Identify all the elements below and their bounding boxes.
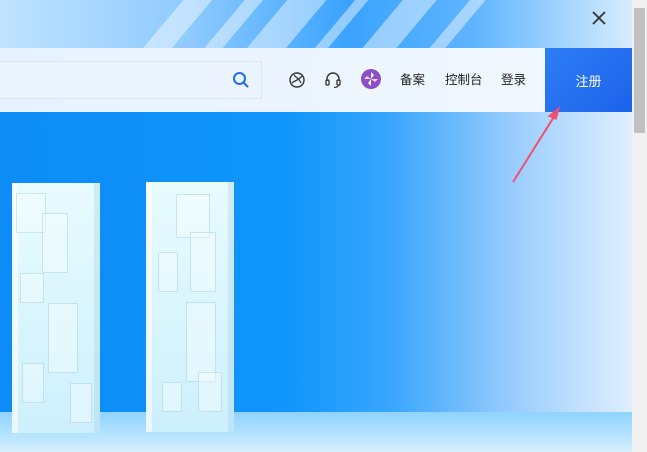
hero-banner bbox=[0, 112, 632, 452]
close-button[interactable] bbox=[587, 6, 611, 30]
headset-icon[interactable] bbox=[323, 70, 343, 90]
close-icon bbox=[592, 11, 606, 25]
vertical-scrollbar[interactable] bbox=[632, 0, 647, 452]
search-input[interactable] bbox=[0, 61, 262, 99]
register-button[interactable]: 注册 bbox=[545, 48, 632, 112]
globe-icon[interactable] bbox=[287, 70, 307, 90]
hero-pillar-right bbox=[146, 182, 234, 432]
nav-link-login[interactable]: 登录 bbox=[501, 70, 526, 90]
search-icon[interactable] bbox=[231, 70, 251, 90]
nav-link-console[interactable]: 控制台 bbox=[445, 70, 483, 90]
pinwheel-app-icon[interactable] bbox=[360, 68, 382, 90]
scrollbar-thumb[interactable] bbox=[634, 8, 645, 133]
hero-pillar-left bbox=[12, 183, 100, 433]
top-navbar: 备案 控制台 登录 注册 bbox=[0, 48, 632, 112]
nav-link-beian[interactable]: 备案 bbox=[400, 70, 425, 90]
top-promo-banner[interactable] bbox=[0, 0, 632, 48]
browser-viewport: 备案 控制台 登录 注册 bbox=[0, 0, 647, 452]
